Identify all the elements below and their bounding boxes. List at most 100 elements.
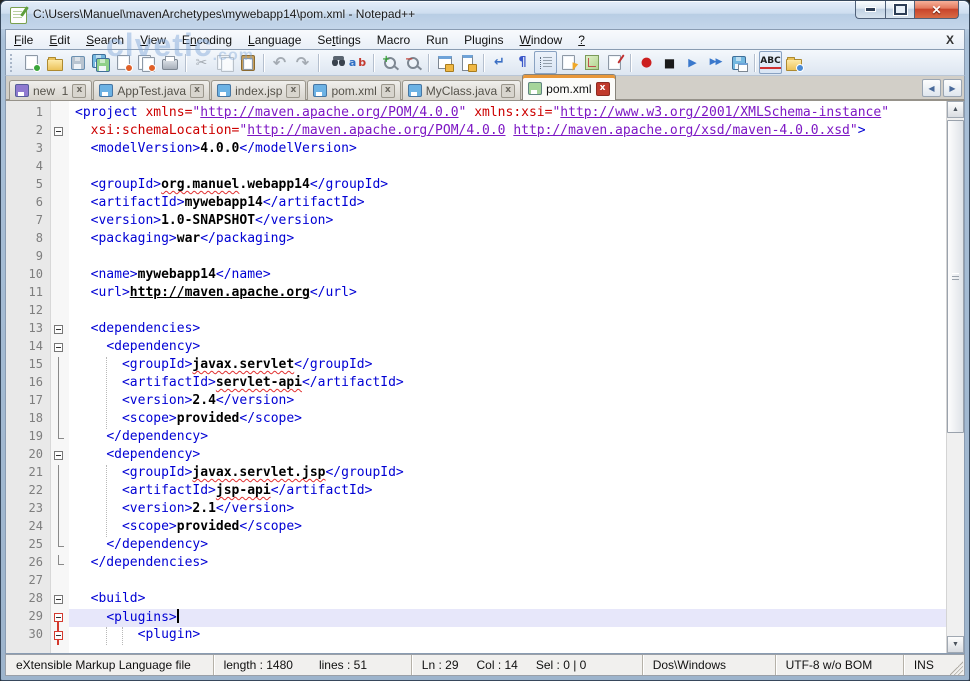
redo-button[interactable]: ↷ — [291, 51, 314, 74]
code-line-3[interactable]: <modelVersion>4.0.0</modelVersion> — [69, 141, 946, 159]
zoom-in-button[interactable]: + — [378, 51, 401, 74]
word-wrap-button[interactable]: ↵ — [488, 51, 511, 74]
tab-scroll-left-button[interactable]: ◀ — [922, 79, 941, 97]
tab-new-1[interactable]: new 1x — [9, 80, 92, 100]
tab-pom.xml[interactable]: pom.xmlx — [307, 80, 400, 100]
tab-scroll-right-button[interactable]: ▶ — [943, 79, 962, 97]
code-line-24[interactable]: <scope>provided</scope> — [69, 519, 946, 537]
code-line-25[interactable]: </dependency> — [69, 537, 946, 555]
user-defined-language-button[interactable] — [557, 51, 580, 74]
menu-plugins[interactable]: Plugins — [456, 31, 511, 49]
status-eol-format[interactable]: Dos\Windows — [643, 658, 775, 672]
tab-close-icon[interactable]: x — [72, 84, 86, 98]
open-file-button[interactable] — [43, 51, 66, 74]
spell-check-settings-button[interactable] — [782, 51, 805, 74]
fold-marker[interactable] — [51, 591, 69, 609]
status-insert-mode[interactable]: INS — [904, 658, 950, 672]
code-line-22[interactable]: <artifactId>jsp-api</artifactId> — [69, 483, 946, 501]
code-line-1[interactable]: <project xmlns="http://maven.apache.org/… — [69, 105, 946, 123]
macro-play-button[interactable]: ▶ — [681, 51, 704, 74]
text-area[interactable]: <project xmlns="http://maven.apache.org/… — [69, 101, 946, 653]
sync-horizontal-button[interactable] — [456, 51, 479, 74]
code-line-5[interactable]: <groupId>org.manuel.webapp14</groupId> — [69, 177, 946, 195]
menu-search[interactable]: Search — [78, 31, 132, 49]
copy-button[interactable] — [213, 51, 236, 74]
macro-run-multiple-button[interactable]: ▶▶ — [704, 51, 727, 74]
menu-view[interactable]: View — [132, 31, 174, 49]
macro-record-button[interactable]: ● — [635, 51, 658, 74]
code-line-19[interactable]: </dependency> — [69, 429, 946, 447]
code-line-28[interactable]: <build> — [69, 591, 946, 609]
code-line-17[interactable]: <version>2.4</version> — [69, 393, 946, 411]
fold-marker[interactable] — [51, 447, 69, 465]
find-button[interactable] — [323, 51, 346, 74]
tab-close-icon[interactable]: x — [381, 84, 395, 98]
maximize-button[interactable] — [885, 1, 914, 19]
minimize-button[interactable] — [855, 1, 885, 19]
code-line-7[interactable]: <version>1.0-SNAPSHOT</version> — [69, 213, 946, 231]
new-file-button[interactable] — [20, 51, 43, 74]
code-line-10[interactable]: <name>mywebapp14</name> — [69, 267, 946, 285]
close-button[interactable]: ✕ — [914, 1, 959, 19]
code-line-6[interactable]: <artifactId>mywebapp14</artifactId> — [69, 195, 946, 213]
tab-close-icon[interactable]: x — [286, 84, 300, 98]
menu-run[interactable]: Run — [418, 31, 456, 49]
show-all-characters-button[interactable]: ¶ — [511, 51, 534, 74]
save-all-button[interactable] — [89, 51, 112, 74]
show-indent-guide-button[interactable] — [534, 51, 557, 74]
code-line-18[interactable]: <scope>provided</scope> — [69, 411, 946, 429]
menu-encoding[interactable]: Encoding — [174, 31, 240, 49]
code-line-21[interactable]: <groupId>javax.servlet.jsp</groupId> — [69, 465, 946, 483]
scroll-up-button[interactable]: ▲ — [947, 101, 964, 118]
menu-file[interactable]: File — [6, 31, 41, 49]
menu-settings[interactable]: Settings — [309, 31, 368, 49]
code-line-11[interactable]: <url>http://maven.apache.org</url> — [69, 285, 946, 303]
document-map-button[interactable] — [580, 51, 603, 74]
tab-pom.xml-active[interactable]: pom.xmlx — [522, 74, 615, 100]
code-line-14[interactable]: <dependency> — [69, 339, 946, 357]
undo-button[interactable]: ↶ — [268, 51, 291, 74]
menu-close-document-button[interactable]: X — [936, 33, 964, 47]
code-line-27[interactable] — [69, 573, 946, 591]
tab-close-icon[interactable]: x — [190, 84, 204, 98]
code-line-12[interactable] — [69, 303, 946, 321]
resize-grip-icon[interactable] — [950, 661, 963, 675]
fold-marker[interactable] — [51, 339, 69, 357]
code-line-2[interactable]: xsi:schemaLocation="http://maven.apache.… — [69, 123, 946, 141]
fold-marker[interactable] — [51, 321, 69, 339]
tab-index.jsp[interactable]: index.jspx — [211, 80, 306, 100]
status-encoding[interactable]: UTF-8 w/o BOM — [776, 658, 903, 672]
scrollbar-thumb[interactable] — [947, 120, 964, 433]
toolbar-grip[interactable] — [10, 54, 15, 72]
menu-[interactable]: ? — [570, 31, 593, 49]
macro-stop-button[interactable]: ■ — [658, 51, 681, 74]
code-line-20[interactable]: <dependency> — [69, 447, 946, 465]
close-button[interactable] — [112, 51, 135, 74]
menu-window[interactable]: Window — [512, 31, 571, 49]
tab-close-icon[interactable]: x — [501, 84, 515, 98]
code-line-16[interactable]: <artifactId>servlet-api</artifactId> — [69, 375, 946, 393]
menu-macro[interactable]: Macro — [369, 31, 418, 49]
cut-button[interactable]: ✂ — [190, 51, 213, 74]
fold-marker[interactable] — [51, 627, 69, 645]
menu-edit[interactable]: Edit — [41, 31, 78, 49]
code-line-4[interactable] — [69, 159, 946, 177]
fold-marker[interactable] — [51, 609, 69, 627]
code-line-9[interactable] — [69, 249, 946, 267]
fold-marker[interactable] — [51, 123, 69, 141]
title-bar[interactable]: C:\Users\Manuel\mavenArchetypes\mywebapp… — [1, 1, 969, 29]
vertical-scrollbar[interactable]: ▲ ▼ — [946, 101, 964, 653]
tab-close-icon[interactable]: x — [596, 82, 610, 96]
tab-apptest.java[interactable]: AppTest.javax — [93, 80, 210, 100]
sync-vertical-button[interactable] — [433, 51, 456, 74]
code-line-8[interactable]: <packaging>war</packaging> — [69, 231, 946, 249]
code-line-15[interactable]: <groupId>javax.servlet</groupId> — [69, 357, 946, 375]
function-list-button[interactable] — [603, 51, 626, 74]
scroll-down-button[interactable]: ▼ — [947, 636, 964, 653]
menu-language[interactable]: Language — [240, 31, 309, 49]
code-line-30[interactable]: <plugin> — [69, 627, 946, 645]
code-line-29[interactable]: <plugins> — [69, 609, 946, 627]
close-all-button[interactable] — [135, 51, 158, 74]
replace-button[interactable]: ab — [346, 51, 369, 74]
paste-button[interactable] — [236, 51, 259, 74]
